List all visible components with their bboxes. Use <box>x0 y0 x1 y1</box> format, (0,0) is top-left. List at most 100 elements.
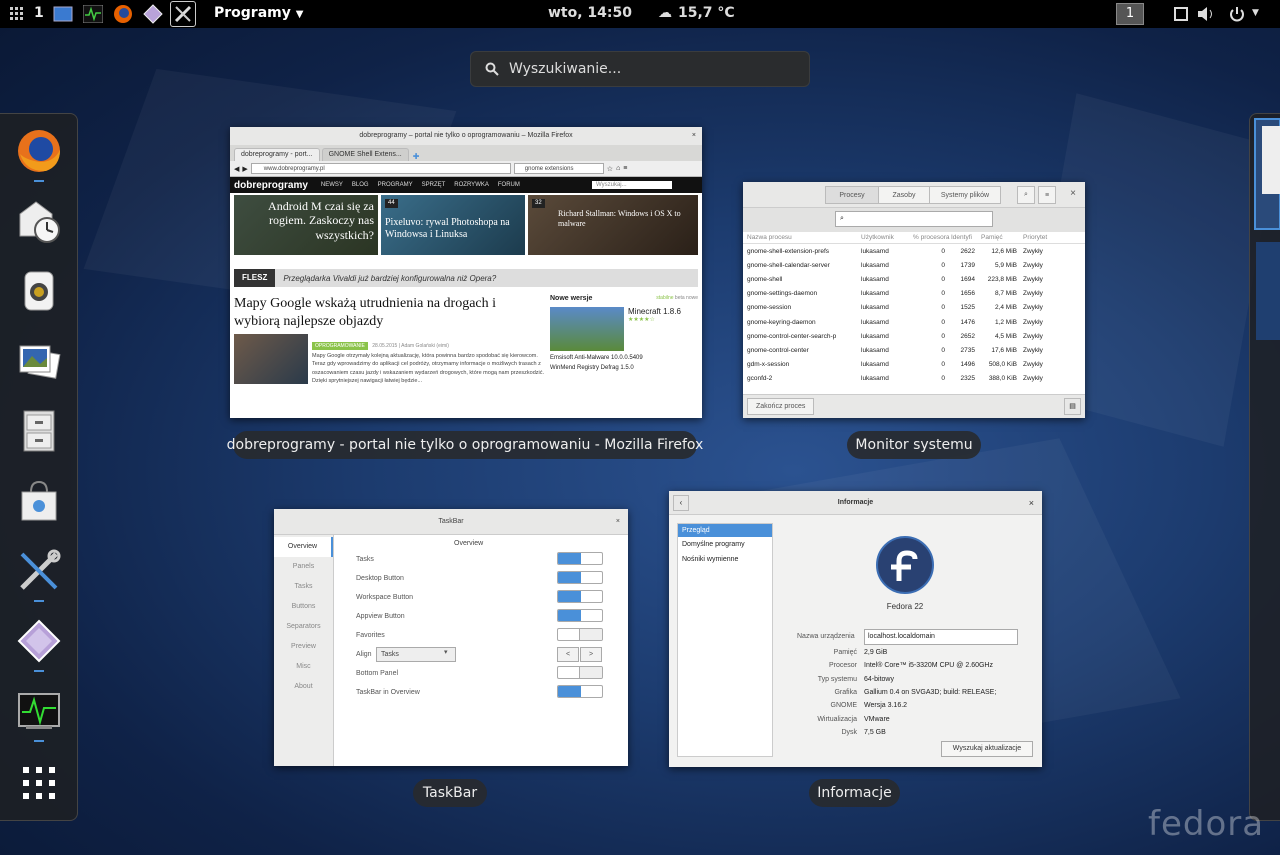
window-taskbar[interactable]: TaskBar × Overview Panels Tasks Buttons S… <box>274 509 628 766</box>
tweak-tool-icon[interactable] <box>170 1 196 27</box>
flesz-bar[interactable]: FLESZ Przeglądarka Vivaldi już bardziej k… <box>234 269 698 287</box>
firefox-icon[interactable] <box>112 3 134 25</box>
search-button[interactable]: ⌕ <box>1017 186 1035 204</box>
dash-gem-app[interactable] <box>14 616 64 666</box>
device-name-input[interactable]: localhost.localdomain <box>864 629 1018 645</box>
news-card[interactable]: 44 Pixeluvo: rywal Photoshopa na Windowsa… <box>381 195 525 255</box>
end-process-button[interactable]: Zakończ proces <box>747 398 815 415</box>
close-icon[interactable]: × <box>616 509 620 535</box>
column-pid[interactable]: Identyfi <box>951 234 981 241</box>
column-priority[interactable]: Priorytet <box>1023 234 1063 241</box>
power-icon[interactable] <box>1226 3 1248 25</box>
table-row[interactable]: gnome-control-center lukasamd 0 2735 17,6 Mi… <box>743 343 1085 357</box>
tab-new[interactable]: nowe <box>686 295 698 301</box>
table-row[interactable]: gdm-x-session lukasamd 0 1496 508,0 KiB Zwykł… <box>743 358 1085 372</box>
process-filter-input[interactable]: ⌕ <box>835 211 993 227</box>
toggle-switch[interactable] <box>557 628 603 641</box>
table-row[interactable]: gconfd-2 lukasamd 0 2325 388,0 KiB Zwykły <box>743 372 1085 386</box>
weather-indicator[interactable]: ☁ 15,7 °C <box>658 5 735 21</box>
toggle-switch[interactable] <box>557 685 603 698</box>
sidebar-item-removable-media[interactable]: Nośniki wymienne <box>678 552 772 567</box>
workspace-grid-icon[interactable] <box>6 3 28 25</box>
search-input[interactable] <box>509 61 789 77</box>
tab-stable[interactable]: stabilne <box>656 295 673 301</box>
tab-gnome-extensions[interactable]: GNOME Shell Extens... <box>321 148 409 161</box>
table-row[interactable]: gnome-settings-daemon lukasamd 0 1656 8,7 Mi… <box>743 287 1085 301</box>
check-updates-button[interactable]: Wyszukaj aktualizacje <box>941 741 1033 757</box>
close-icon[interactable]: × <box>1029 491 1034 515</box>
window-firefox[interactable]: dobreprogramy – portal nie tylko o oprog… <box>230 127 702 418</box>
caption-info[interactable]: Informacje <box>809 779 900 807</box>
version-item[interactable]: Emsisoft Anti-Malware 10.0.0.5409 <box>550 355 698 361</box>
workspace-indicator[interactable]: 1 <box>1116 3 1144 25</box>
align-prev-button[interactable]: < <box>557 647 579 662</box>
caption-firefox[interactable]: dobreprogramy - portal nie tylko o oprog… <box>227 431 703 459</box>
search-box[interactable] <box>470 51 810 87</box>
workspace-thumb-active[interactable] <box>1254 118 1280 230</box>
table-row[interactable]: gnome-session lukasamd 0 1525 2,4 MiB Zwykły <box>743 301 1085 315</box>
toggle-switch[interactable] <box>557 571 603 584</box>
tab-filesystems[interactable]: Systemy plików <box>929 186 1001 204</box>
table-row[interactable]: gnome-shell-extension-prefs lukasamd 0 2622… <box>743 244 1085 258</box>
dash-tweak-tool[interactable] <box>14 546 64 596</box>
window-system-monitor[interactable]: Procesy Zasoby Systemy plików ⌕ ≡ × ⌕ Na… <box>743 182 1085 418</box>
sidebar-item-preview[interactable]: Preview <box>274 637 333 657</box>
sidebar-item-misc[interactable]: Misc <box>274 657 333 677</box>
sidebar-item-default-apps[interactable]: Domyślne programy <box>678 537 772 552</box>
close-icon[interactable]: × <box>692 127 696 145</box>
toggle-switch[interactable] <box>557 590 603 603</box>
site-nav-item[interactable]: PROGRAMY <box>378 182 413 188</box>
url-bar[interactable]: www.dobreprogramy.pl <box>250 163 511 174</box>
bookmark-star-icon[interactable]: ☆ <box>607 165 613 173</box>
properties-button[interactable]: ▤ <box>1064 398 1081 415</box>
forward-icon[interactable]: ▶ <box>242 165 247 173</box>
site-nav-item[interactable]: FORUM <box>498 182 520 188</box>
column-name[interactable]: Nazwa procesu <box>743 234 861 241</box>
system-menu-caret-icon[interactable]: ▼ <box>1252 8 1259 18</box>
menu-button[interactable]: ≡ <box>1038 186 1056 204</box>
site-nav-item[interactable]: SPRZĘT <box>422 182 446 188</box>
column-cpu[interactable]: % procesora <box>913 234 951 241</box>
site-search-input[interactable]: Wyszukaj... <box>592 181 672 189</box>
caption-monitor[interactable]: Monitor systemu <box>847 431 981 459</box>
sidebar-item-overview[interactable]: Przegląd <box>678 524 772 537</box>
table-row[interactable]: gnome-keyring-daemon lukasamd 0 1476 1,2 MiB… <box>743 315 1085 329</box>
site-nav-item[interactable]: ROZRYWKA <box>454 182 489 188</box>
toggle-switch[interactable] <box>557 666 603 679</box>
dash-file-cabinet[interactable] <box>14 406 64 456</box>
sidebar-item-separators[interactable]: Separators <box>274 617 333 637</box>
news-card[interactable]: 32 Richard Stallman: Windows i OS X to ma… <box>528 195 698 255</box>
site-nav-item[interactable]: NEWSY <box>321 182 343 188</box>
volume-icon[interactable] <box>1196 3 1218 25</box>
home-icon[interactable]: ⌂ <box>616 165 620 172</box>
version-item[interactable]: WinMend Registry Defrag 1.5.0 <box>550 365 698 371</box>
news-card[interactable]: Android M czai się za rogiem. Zaskoczy n… <box>234 195 378 255</box>
table-row[interactable]: gnome-shell-calendar-server lukasamd 0 1739… <box>743 258 1085 272</box>
new-tab-icon[interactable]: ✚ <box>413 152 420 161</box>
workspace-switcher[interactable] <box>1249 113 1280 821</box>
window-info[interactable]: ‹ Informacje × Przegląd Domyślne program… <box>669 491 1042 767</box>
toggle-switch[interactable] <box>557 552 603 565</box>
table-row[interactable]: gnome-shell lukasamd 0 1694 223,8 MiB Zwykły <box>743 272 1085 286</box>
tab-processes[interactable]: Procesy <box>825 186 879 204</box>
article-headline[interactable]: Mapy Google wskażą utrudnienia na drogac… <box>234 295 544 330</box>
applications-menu[interactable]: Programy ▼ <box>214 5 303 21</box>
back-button[interactable]: ‹ <box>673 495 689 511</box>
show-applications-button[interactable] <box>14 758 64 808</box>
gem-app-icon[interactable] <box>142 3 164 25</box>
back-icon[interactable]: ◀ <box>234 165 239 173</box>
dash-firefox[interactable] <box>14 126 64 176</box>
dash-speaker[interactable] <box>14 266 64 316</box>
menu-icon[interactable]: ≡ <box>623 165 627 172</box>
workspace-thumb[interactable] <box>1256 242 1280 340</box>
browser-search[interactable]: gnome extensions <box>513 163 604 174</box>
clock[interactable]: wto, 14:50 <box>548 5 632 21</box>
site-logo[interactable]: dobreprogramy <box>234 180 308 191</box>
sidebar-item-panels[interactable]: Panels <box>274 557 333 577</box>
tab-dobreprogramy[interactable]: dobreprogramy - port... <box>234 148 320 161</box>
align-next-button[interactable]: > <box>580 647 602 662</box>
system-monitor-icon[interactable] <box>82 3 104 25</box>
column-user[interactable]: Użytkownik <box>861 234 913 241</box>
dash-image-viewer[interactable] <box>14 336 64 386</box>
column-memory[interactable]: Pamięć <box>981 234 1023 241</box>
